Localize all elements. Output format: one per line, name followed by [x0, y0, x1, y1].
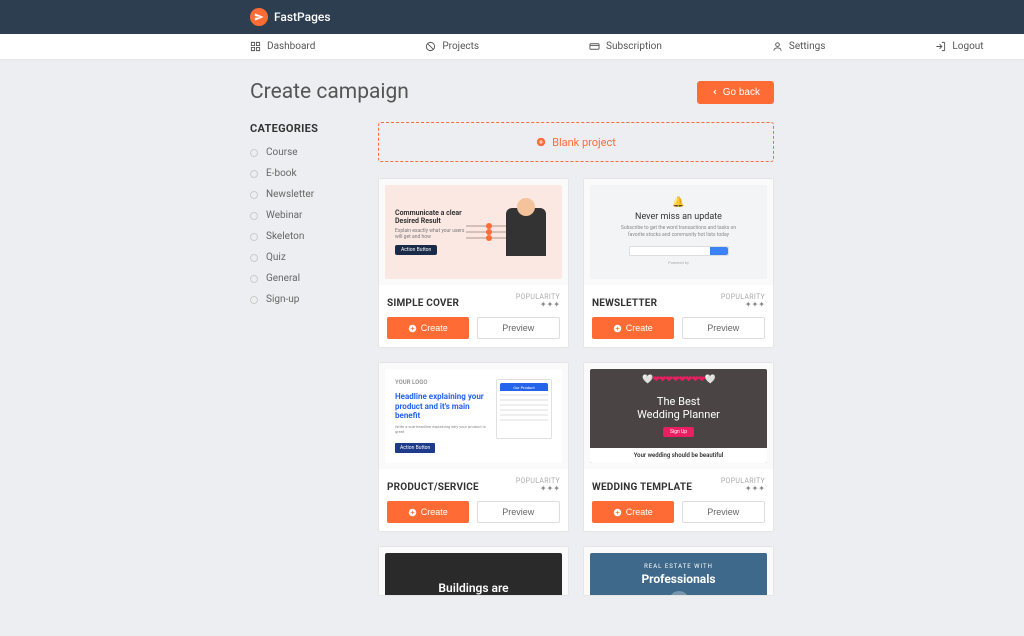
radio-icon [250, 149, 258, 157]
stars-icon: ✦✦✦ [516, 301, 560, 309]
template-card-product-service: YOUR LOGO Headline explaining your produ… [378, 362, 569, 532]
chevron-left-icon [711, 88, 719, 96]
template-card-real-estate: REAL ESTATE WITH Professionals ▶ [583, 546, 774, 596]
template-name: PRODUCT/SERVICE [387, 482, 479, 493]
topbar: FastPages [0, 0, 1024, 34]
category-ebook[interactable]: E-book [250, 168, 360, 179]
template-card-wedding: 🤍❤❤❤❤❤❤❤❤🤍 The BestWedding Planner Sign … [583, 362, 774, 532]
nav-subscription[interactable]: Subscription [589, 41, 662, 52]
nav-projects[interactable]: Projects [425, 41, 479, 52]
template-name: WEDDING TEMPLATE [592, 482, 692, 493]
plus-circle-icon [408, 324, 417, 333]
categories-sidebar: CATEGORIES Course E-book Newsletter Webi… [250, 122, 360, 596]
go-back-button[interactable]: Go back [697, 81, 774, 104]
category-quiz[interactable]: Quiz [250, 252, 360, 263]
stars-icon: ✦✦✦ [516, 485, 560, 493]
preview-button[interactable]: Preview [682, 501, 766, 523]
category-skeleton[interactable]: Skeleton [250, 231, 360, 242]
blank-project-button[interactable]: Blank project [378, 122, 774, 162]
radio-icon [250, 233, 258, 241]
logout-icon [935, 41, 946, 52]
template-card-simple-cover: Communicate a clear Desired Result Expla… [378, 178, 569, 348]
template-card-buildings: Buildings areEverywhere Welcome. What's … [378, 546, 569, 596]
nav-settings[interactable]: Settings [772, 41, 826, 52]
play-icon: ▶ [669, 591, 689, 596]
logo-icon [250, 8, 268, 26]
template-name: SIMPLE COVER [387, 298, 459, 309]
categories-title: CATEGORIES [250, 122, 360, 135]
bell-icon: 🔔 [672, 197, 684, 208]
template-card-newsletter: 🔔 Never miss an update Subscribe to get … [583, 178, 774, 348]
templates-area: Blank project Communicate a clear Desire… [378, 122, 774, 596]
create-button[interactable]: Create [592, 501, 674, 523]
preview-button[interactable]: Preview [477, 501, 561, 523]
nav-dashboard[interactable]: Dashboard [250, 41, 315, 52]
template-thumb[interactable]: Communicate a clear Desired Result Expla… [379, 179, 568, 285]
plus-circle-icon [613, 324, 622, 333]
radio-icon [250, 191, 258, 199]
radio-icon [250, 296, 258, 304]
category-newsletter[interactable]: Newsletter [250, 189, 360, 200]
template-thumb[interactable]: Buildings areEverywhere Welcome. What's … [379, 547, 568, 596]
page-header: Create campaign Go back [250, 80, 774, 104]
create-button[interactable]: Create [387, 317, 469, 339]
preview-button[interactable]: Preview [682, 317, 766, 339]
template-thumb[interactable]: 🔔 Never miss an update Subscribe to get … [584, 179, 773, 285]
stars-icon: ✦✦✦ [721, 301, 765, 309]
brand-text: FastPages [274, 10, 331, 24]
stars-icon: ✦✦✦ [721, 485, 765, 493]
radio-icon [250, 212, 258, 220]
plus-circle-icon [536, 137, 546, 147]
grid-icon [250, 41, 261, 52]
preview-button[interactable]: Preview [477, 317, 561, 339]
create-button[interactable]: Create [387, 501, 469, 523]
hearts-icon: 🤍❤❤❤❤❤❤❤❤🤍 [642, 375, 715, 385]
template-grid: Communicate a clear Desired Result Expla… [378, 178, 774, 596]
radio-icon [250, 275, 258, 283]
radio-icon [250, 170, 258, 178]
category-course[interactable]: Course [250, 147, 360, 158]
page-title: Create campaign [250, 80, 409, 104]
user-icon [772, 41, 783, 52]
template-thumb[interactable]: REAL ESTATE WITH Professionals ▶ [584, 547, 773, 596]
category-webinar[interactable]: Webinar [250, 210, 360, 221]
plus-circle-icon [408, 508, 417, 517]
plus-circle-icon [613, 508, 622, 517]
category-sign-up[interactable]: Sign-up [250, 294, 360, 305]
content: Create campaign Go back CATEGORIES Cours… [0, 60, 1024, 636]
navbar: Dashboard Projects Subscription Settings… [0, 34, 1024, 60]
template-thumb[interactable]: 🤍❤❤❤❤❤❤❤❤🤍 The BestWedding Planner Sign … [584, 363, 773, 469]
template-thumb[interactable]: YOUR LOGO Headline explaining your produ… [379, 363, 568, 469]
ban-icon [425, 41, 436, 52]
person-icon [506, 208, 546, 256]
card-icon [589, 41, 600, 52]
radio-icon [250, 254, 258, 262]
logo[interactable]: FastPages [250, 8, 331, 26]
nav-logout[interactable]: Logout [935, 41, 983, 52]
template-name: NEWSLETTER [592, 298, 657, 309]
category-general[interactable]: General [250, 273, 360, 284]
create-button[interactable]: Create [592, 317, 674, 339]
